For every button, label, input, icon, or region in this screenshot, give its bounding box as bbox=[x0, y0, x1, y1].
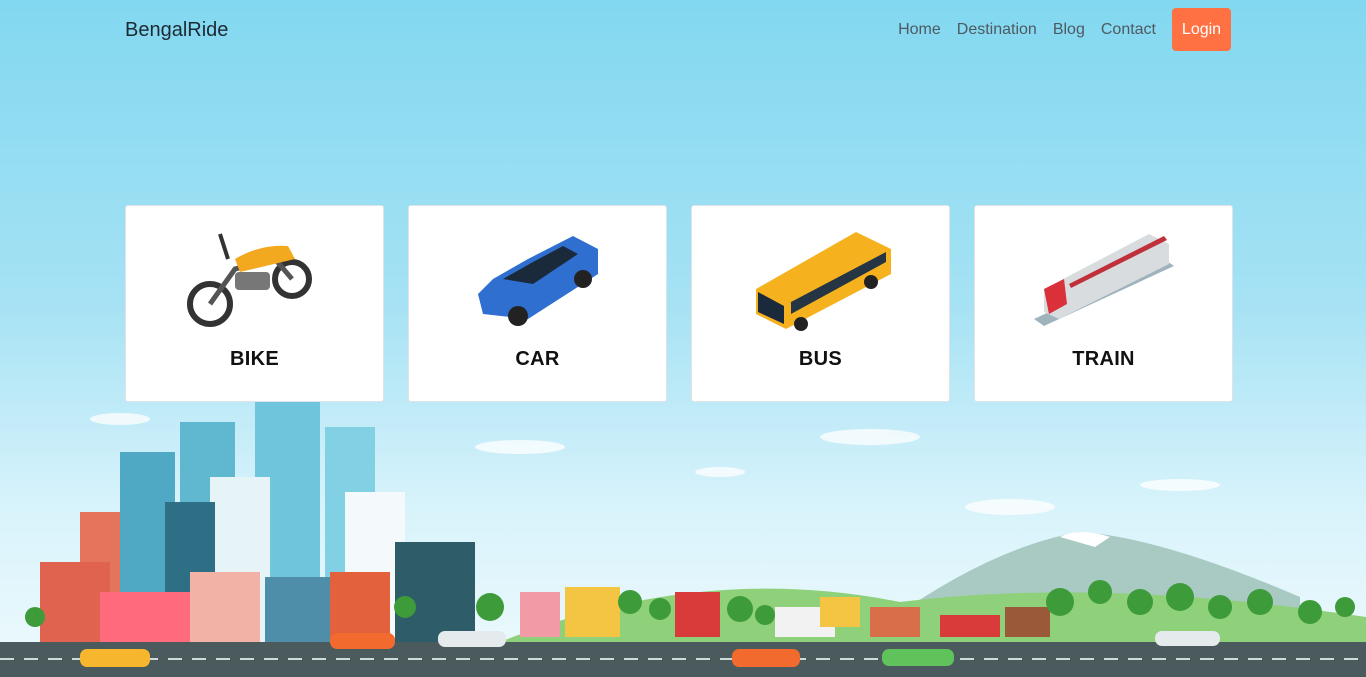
bus-icon bbox=[755, 232, 891, 331]
transport-cards: BIKE CAR BUS TRAIN bbox=[125, 205, 1233, 402]
card-train-label: TRAIN bbox=[1072, 348, 1135, 370]
train-icon bbox=[1033, 234, 1174, 326]
nav-destination-link[interactable]: Destination bbox=[957, 21, 1037, 39]
card-car[interactable]: CAR bbox=[408, 205, 667, 402]
card-car-label: CAR bbox=[515, 348, 560, 370]
card-train[interactable]: TRAIN bbox=[974, 205, 1233, 402]
card-bus[interactable]: BUS bbox=[691, 205, 950, 402]
card-bus-label: BUS bbox=[798, 348, 843, 370]
nav-blog-link[interactable]: Blog bbox=[1053, 21, 1085, 39]
login-button[interactable]: Login bbox=[1172, 8, 1231, 51]
card-bike[interactable]: BIKE bbox=[125, 205, 384, 402]
brand-logo[interactable]: BengalRide bbox=[125, 19, 228, 42]
navbar: BengalRide Home Destination Blog Contact… bbox=[0, 0, 1366, 60]
nav-contact-link[interactable]: Contact bbox=[1101, 21, 1156, 39]
car-icon bbox=[477, 236, 598, 326]
nav-home-link[interactable]: Home bbox=[898, 21, 941, 39]
nav-menu: Home Destination Blog Contact Login bbox=[898, 8, 1231, 51]
card-bike-label: BIKE bbox=[230, 348, 279, 370]
city-background-illustration bbox=[0, 397, 1366, 677]
motorbike-icon bbox=[186, 233, 312, 327]
